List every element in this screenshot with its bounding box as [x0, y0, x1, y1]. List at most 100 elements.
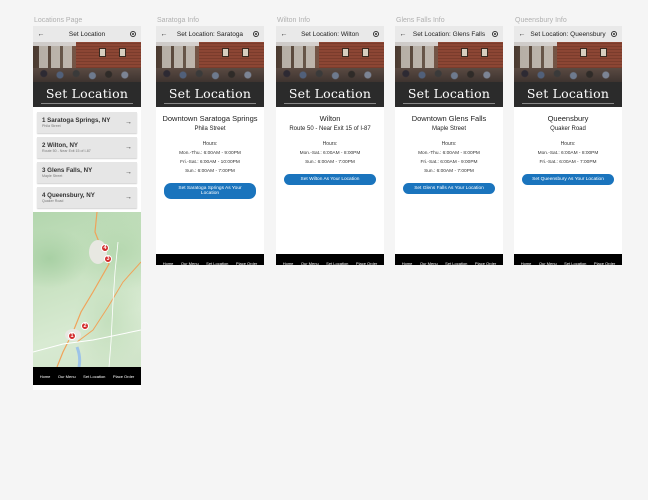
nav-place-order[interactable]: Place Order: [356, 261, 377, 266]
location-card-glens-falls[interactable]: 3 Glens Falls, NY Maple Street →: [37, 162, 137, 183]
nav-home[interactable]: Home: [521, 261, 532, 266]
nav-place-order[interactable]: Place Order: [475, 261, 496, 266]
arrow-right-icon: →: [125, 119, 132, 126]
hero-banner: Set Location: [156, 82, 264, 107]
app-bar-title: Set Location: Wilton: [301, 30, 359, 38]
location-info: Queensbury Quaker Road Hours: Mon.-Sat.:…: [514, 114, 622, 254]
set-location-button[interactable]: Set Saratoga Springs As Your Location: [164, 183, 256, 199]
account-circle-icon[interactable]: [129, 30, 137, 38]
frame-label-saratoga: Saratoga Info: [157, 17, 200, 24]
location-street: Quaker Road: [42, 198, 64, 203]
account-circle-icon[interactable]: [491, 30, 499, 38]
hours-line: Fri.-Sat.: 6:00AM - 9:00PM: [420, 160, 478, 165]
location-info: Downtown Glens Falls Maple Street Hours:…: [395, 114, 503, 254]
nav-our-menu[interactable]: Our Menu: [58, 374, 76, 379]
nav-our-menu[interactable]: Our Menu: [420, 261, 438, 266]
nav-set-location[interactable]: Set Location: [83, 374, 105, 379]
hours-line: Fri.-Sat.: 6:00AM - 7:00PM: [539, 160, 597, 165]
set-location-button[interactable]: Set Wilton As Your Location: [284, 174, 376, 185]
location-card-saratoga[interactable]: 1 Saratoga Springs, NY Phila Street →: [37, 112, 137, 133]
app-bar: ← Set Location: [33, 26, 141, 42]
hero-banner: Set Location: [276, 82, 384, 107]
bottom-nav: Home Our Menu Set Location Place Order: [514, 254, 622, 265]
nav-set-location[interactable]: Set Location: [445, 261, 467, 266]
frame-label-glens-falls: Glens Falls Info: [396, 17, 445, 24]
nav-place-order[interactable]: Place Order: [594, 261, 615, 266]
hours-line: Sun.: 6:00AM - 7:00PM: [305, 160, 355, 165]
arrow-left-icon[interactable]: ←: [160, 30, 168, 38]
map-pin-4[interactable]: 4: [101, 244, 109, 252]
hero-title: Set Location: [288, 85, 372, 101]
location-name: 2 Wilton, NY: [42, 141, 79, 149]
nav-our-menu[interactable]: Our Menu: [539, 261, 557, 266]
nav-place-order[interactable]: Place Order: [236, 261, 257, 266]
info-screen-1: ← Set Location: Wilton Set Location Wilt…: [276, 26, 384, 265]
set-location-button[interactable]: Set Queensbury As Your Location: [522, 174, 614, 185]
locations-page-screen: ← Set Location Set Location 1 Saratoga S…: [33, 26, 141, 390]
nav-home[interactable]: Home: [283, 261, 294, 266]
nav-set-location[interactable]: Set Location: [564, 261, 586, 266]
hours-label: Hours:: [441, 141, 457, 147]
account-circle-icon[interactable]: [252, 30, 260, 38]
hours-list: Mon.-Sat.: 6:00AM - 8:00PM Fri.-Sat.: 6:0…: [514, 151, 622, 165]
nav-set-location[interactable]: Set Location: [326, 261, 348, 266]
location-title: Queensbury: [547, 114, 589, 123]
hours-line: Mon.-Sat.: 6:00AM - 8:00PM: [537, 151, 599, 156]
account-circle-icon[interactable]: [372, 30, 380, 38]
hero-banner: Set Location: [33, 82, 141, 107]
bottom-nav: Home Our Menu Set Location Place Order: [395, 254, 503, 265]
app-bar: ← Set Location: Wilton: [276, 26, 384, 42]
hero-banner: Set Location: [395, 82, 503, 107]
hero-title: Set Location: [526, 85, 610, 101]
account-circle-icon[interactable]: [610, 30, 618, 38]
arrow-right-icon: →: [125, 169, 132, 176]
hero-image: Set Location: [33, 42, 141, 107]
hours-line: Mon.-Thu.: 6:00AM - 9:00PM: [179, 151, 241, 156]
location-title: Downtown Saratoga Springs: [162, 114, 258, 123]
nav-our-menu[interactable]: Our Menu: [301, 261, 319, 266]
set-location-button[interactable]: Set Glens Falls As Your Location: [403, 183, 495, 194]
hours-list: Mon.-Thu.: 6:00AM - 8:00PM Fri.-Sat.: 6:0…: [395, 151, 503, 174]
frame-label-locations: Locations Page: [34, 17, 83, 24]
hours-line: Sun.: 6:00AM - 7:00PM: [424, 169, 474, 174]
location-street: Quaker Road: [550, 126, 586, 132]
hours-list: Mon.-Sat.: 6:00AM - 8:00PM Sun.: 6:00AM -…: [276, 151, 384, 165]
nav-home[interactable]: Home: [163, 261, 174, 266]
locations-map[interactable]: 4 3 2 1: [33, 212, 141, 367]
hours-label: Hours:: [560, 141, 576, 147]
location-street: Route 50 - Near Exit 15 of I-87: [42, 148, 91, 153]
arrow-left-icon[interactable]: ←: [280, 30, 288, 38]
hero-banner: Set Location: [514, 82, 622, 107]
arrow-left-icon[interactable]: ←: [399, 30, 407, 38]
nav-our-menu[interactable]: Our Menu: [181, 261, 199, 266]
bottom-nav: Home Our Menu Set Location Place Order: [156, 254, 264, 265]
app-bar: ← Set Location: Glens Falls: [395, 26, 503, 42]
location-street: Maple Street: [42, 173, 63, 178]
arrow-left-icon[interactable]: ←: [37, 30, 45, 38]
info-screen-0: ← Set Location: Saratoga Set Location Do…: [156, 26, 264, 265]
arrow-left-icon[interactable]: ←: [518, 30, 526, 38]
app-bar: ← Set Location: Queensbury: [514, 26, 622, 42]
frame-label-queensbury: Queensbury Info: [515, 17, 567, 24]
frame-label-wilton: Wilton Info: [277, 17, 311, 24]
location-info: Wilton Route 50 - Near Exit 15 of I-87 H…: [276, 114, 384, 254]
map-pin-2[interactable]: 2: [81, 322, 89, 330]
app-bar-title: Set Location: Saratoga: [176, 30, 244, 38]
location-card-queensbury[interactable]: 4 Queensbury, NY Quaker Road →: [37, 187, 137, 208]
location-info: Downtown Saratoga Springs Phila Street H…: [156, 114, 264, 254]
hero-title: Set Location: [45, 85, 129, 101]
hours-label: Hours:: [322, 141, 338, 147]
location-card-wilton[interactable]: 2 Wilton, NY Route 50 - Near Exit 15 of …: [37, 137, 137, 158]
nav-home[interactable]: Home: [40, 374, 51, 379]
info-screen-2: ← Set Location: Glens Falls Set Location…: [395, 26, 503, 265]
nav-set-location[interactable]: Set Location: [206, 261, 228, 266]
nav-place-order[interactable]: Place Order: [113, 374, 134, 379]
map-pin-3[interactable]: 3: [104, 255, 112, 263]
app-bar: ← Set Location: Saratoga: [156, 26, 264, 42]
location-street: Route 50 - Near Exit 15 of I-87: [289, 126, 371, 132]
map-pin-1[interactable]: 1: [68, 332, 76, 340]
arrow-right-icon: →: [125, 144, 132, 151]
location-list: 1 Saratoga Springs, NY Phila Street → 2 …: [33, 107, 141, 208]
nav-home[interactable]: Home: [402, 261, 413, 266]
location-street: Phila Street: [194, 126, 226, 132]
